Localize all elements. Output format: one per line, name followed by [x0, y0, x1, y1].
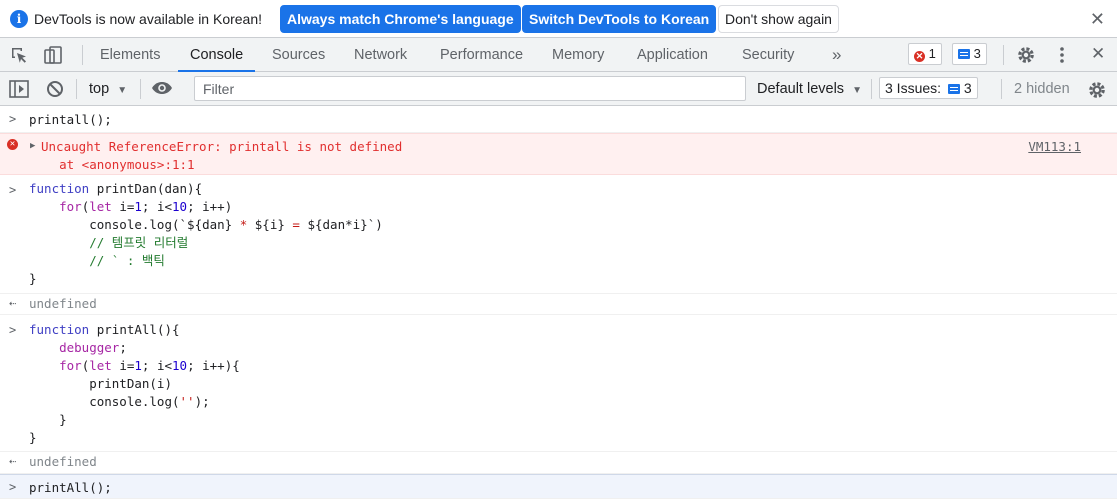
console-return-row: ⇠ undefined	[0, 294, 1117, 315]
message-icon	[947, 84, 960, 94]
switch-to-korean-button[interactable]: Switch DevTools to Korean	[522, 5, 717, 33]
info-icon: i	[10, 10, 28, 28]
eye-icon[interactable]	[151, 81, 173, 95]
hidden-count: 2 hidden	[1014, 81, 1070, 97]
error-icon: ✕	[7, 139, 18, 150]
separator	[82, 45, 83, 65]
dropdown-arrow-icon: ▼	[852, 85, 862, 96]
always-match-language-button[interactable]: Always match Chrome's language	[280, 5, 521, 33]
error-stack-line: at <anonymous>:1:1	[29, 157, 195, 172]
separator	[1001, 79, 1002, 99]
tab-memory[interactable]: Memory	[552, 38, 604, 71]
context-label: top	[89, 81, 110, 97]
error-icon: ✕	[914, 51, 925, 62]
log-levels-label: Default levels	[757, 81, 845, 97]
issues-count: 3	[963, 80, 972, 96]
error-source-link[interactable]: VM113:1	[1028, 139, 1081, 154]
return-value: undefined	[29, 296, 97, 311]
return-arrow-icon: ⇠	[9, 454, 17, 468]
language-infobar: i DevTools is now available in Korean! A…	[0, 0, 1117, 38]
clear-console-icon[interactable]	[46, 80, 64, 98]
message-count: 3	[973, 46, 981, 61]
devtools-tabbar: Elements Console Sources Network Perform…	[0, 38, 1117, 72]
tab-network[interactable]: Network	[354, 38, 407, 71]
tab-performance[interactable]: Performance	[440, 38, 523, 71]
issues-button[interactable]: 3 Issues: 3	[879, 77, 978, 99]
separator	[76, 79, 77, 99]
separator	[1003, 45, 1004, 65]
more-options-icon[interactable]	[1056, 45, 1068, 65]
message-count-badge[interactable]: 3	[952, 43, 987, 65]
dont-show-again-button[interactable]: Don't show again	[718, 5, 839, 33]
show-sidebar-icon[interactable]	[9, 80, 29, 98]
error-message: Uncaught ReferenceError: printall is not…	[41, 139, 403, 154]
message-icon	[958, 49, 970, 59]
command-text: printall();	[29, 112, 112, 127]
more-tabs-button[interactable]: »	[832, 38, 841, 71]
filter-field[interactable]	[194, 76, 746, 101]
separator	[140, 79, 141, 99]
issues-label: 3 Issues:	[885, 80, 942, 96]
console-settings-gear-icon[interactable]	[1087, 80, 1107, 100]
context-selector[interactable]: top ▼	[89, 81, 127, 97]
error-count-badge[interactable]: ✕ 1	[908, 43, 942, 65]
console-input-row: > function printDan(dan){ for(let i=1; i…	[0, 175, 1117, 294]
gear-icon[interactable]	[1016, 45, 1036, 65]
code-block-printDan: function printDan(dan){ for(let i=1; i<1…	[29, 181, 383, 286]
input-prompt-icon: >	[9, 323, 17, 337]
tab-console[interactable]: Console	[177, 38, 256, 72]
return-value: undefined	[29, 454, 97, 469]
inspect-element-icon[interactable]	[10, 46, 28, 64]
console-input-row: > function printAll(){ debugger; for(let…	[0, 315, 1117, 452]
filter-input[interactable]	[195, 77, 745, 100]
console-input-text[interactable]: printAll();	[29, 479, 112, 497]
console-prompt-row[interactable]: > printAll();	[0, 474, 1117, 499]
error-count: 1	[928, 46, 936, 61]
console-error-row: ✕ ▶ Uncaught ReferenceError: printall is…	[0, 133, 1117, 175]
return-arrow-icon: ⇠	[9, 296, 17, 310]
tab-security[interactable]: Security	[742, 38, 794, 71]
close-icon[interactable]: ✕	[1090, 9, 1105, 30]
separator	[871, 79, 872, 99]
console-toolbar: top ▼ Default levels ▼ 3 Issues: 3 2 hid…	[0, 72, 1117, 106]
input-prompt-icon: >	[9, 112, 17, 126]
code-block-printAll: function printAll(){ debugger; for(let i…	[29, 322, 240, 445]
tab-elements[interactable]: Elements	[100, 38, 160, 71]
device-toolbar-icon[interactable]	[43, 45, 63, 65]
tab-application[interactable]: Application	[637, 38, 708, 71]
input-prompt-icon: >	[9, 183, 17, 197]
infobar-message: DevTools is now available in Korean!	[34, 11, 263, 27]
input-prompt-icon: >	[9, 480, 17, 494]
console-return-row: ⇠ undefined	[0, 452, 1117, 474]
dropdown-arrow-icon: ▼	[117, 85, 128, 96]
log-levels-dropdown[interactable]: Default levels ▼	[757, 81, 862, 97]
close-devtools-icon[interactable]: ✕	[1091, 44, 1105, 64]
tab-sources[interactable]: Sources	[272, 38, 325, 71]
console-input-row: > printall();	[0, 106, 1117, 133]
expand-triangle-icon[interactable]: ▶	[30, 141, 35, 151]
